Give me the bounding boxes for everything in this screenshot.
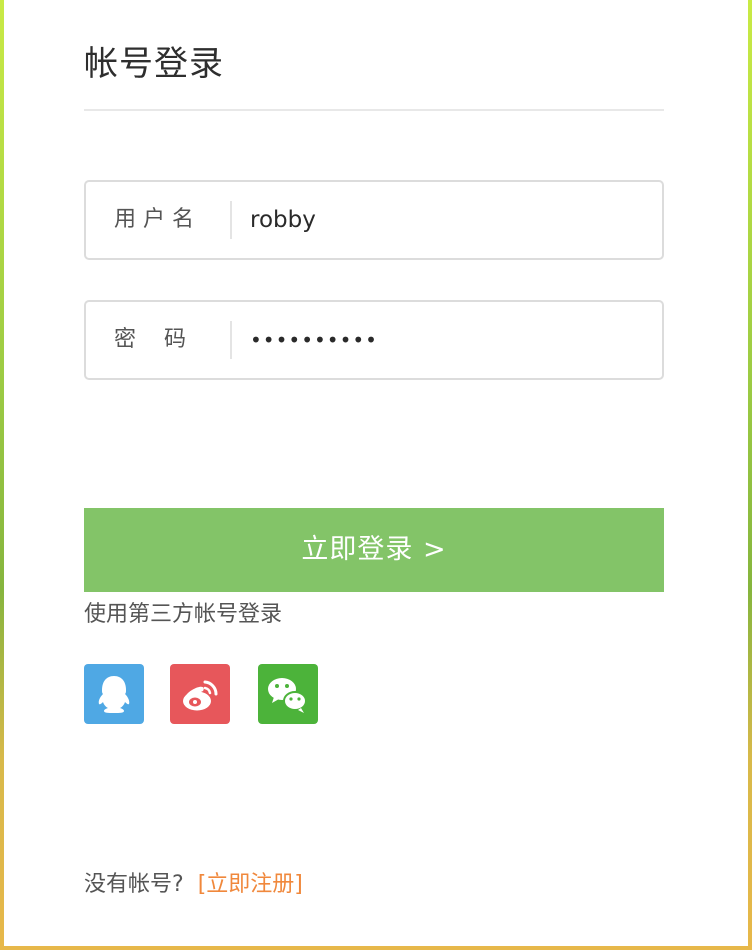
title-divider [84,109,664,111]
password-field[interactable]: 密 码 •••••••••• [84,300,664,380]
wechat-icon [268,678,307,713]
login-panel: 帐号登录 用 户 名 robby 密 码 •••••••••• 立即登录 > 使… [4,0,748,946]
login-button[interactable]: 立即登录 > [84,508,664,592]
page-title: 帐号登录 [84,44,224,84]
username-label: 用 户 名 [114,207,194,232]
qq-login-button[interactable] [84,664,144,724]
password-label: 密 码 [114,327,186,352]
register-prompt: 没有帐号? [立即注册] [84,866,303,898]
username-input[interactable]: robby [250,182,316,258]
username-field[interactable]: 用 户 名 robby [84,180,664,260]
qq-icon [98,676,130,713]
weibo-icon [183,680,218,711]
weibo-login-button[interactable] [170,664,230,724]
field-separator [230,321,232,359]
third-party-login-label: 使用第三方帐号登录 [84,602,283,627]
field-separator [230,201,232,239]
wechat-login-button[interactable] [258,664,318,724]
password-input[interactable]: •••••••••• [250,302,378,378]
register-prompt-text: 没有帐号? [84,872,184,897]
register-link[interactable]: [立即注册] [198,872,303,897]
